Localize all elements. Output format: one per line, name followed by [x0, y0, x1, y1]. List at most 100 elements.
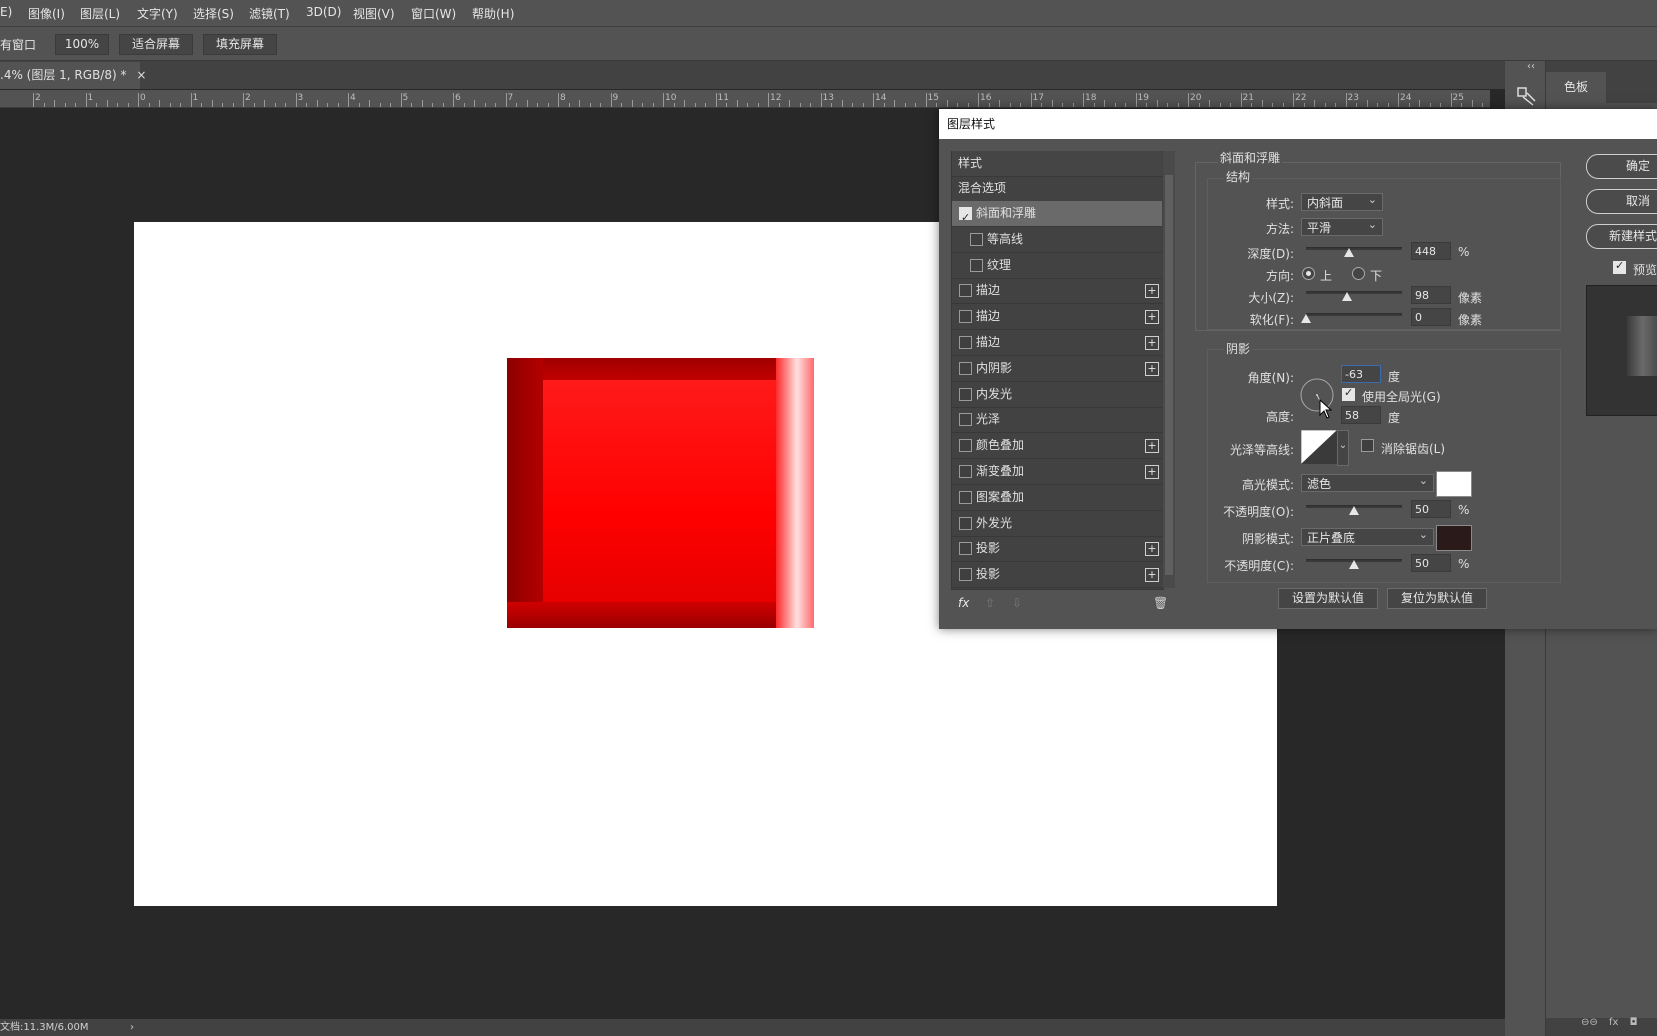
document-tab[interactable]: .4% (图层 1, RGB/8) * ×: [0, 62, 146, 89]
highlight-opacity-thumb[interactable]: [1349, 506, 1359, 515]
horizontal-ruler[interactable]: 2 1 0 1 2 3 4 5 6 7 8 9 10 11 12 13 14 15 16 17 18 19 20 21 22 23…: [0, 90, 1490, 108]
depth-slider-thumb[interactable]: [1344, 248, 1355, 257]
add-effect-icon[interactable]: +: [1145, 439, 1159, 454]
menu-select[interactable]: 选择(S): [193, 5, 234, 22]
menu-window[interactable]: 窗口(W): [411, 5, 456, 22]
add-effect-icon[interactable]: +: [1145, 310, 1159, 325]
style-item[interactable]: 颜色叠加 +: [952, 433, 1162, 460]
style-item[interactable]: 光泽: [952, 407, 1162, 434]
link-icon[interactable]: ⊖⊖: [1581, 1017, 1598, 1028]
style-item[interactable]: 斜面和浮雕: [952, 201, 1162, 230]
global-light-checkbox[interactable]: [1342, 386, 1355, 401]
direction-up-radio[interactable]: [1302, 267, 1315, 280]
add-effect-icon[interactable]: +: [1145, 542, 1159, 557]
style-item[interactable]: 渐变叠加 +: [952, 459, 1162, 485]
add-effect-icon[interactable]: +: [1145, 284, 1159, 299]
menu-view[interactable]: 视图(V): [353, 5, 395, 22]
style-item[interactable]: 图案叠加: [952, 485, 1162, 511]
style-item[interactable]: 描边 +: [952, 278, 1162, 305]
shadow-opacity-thumb[interactable]: [1349, 560, 1359, 569]
add-effect-icon[interactable]: +: [1145, 465, 1159, 479]
direction-down-radio[interactable]: [1352, 267, 1365, 280]
style-item-checkbox[interactable]: [970, 258, 983, 272]
zoom-100-button[interactable]: 100%: [55, 34, 109, 55]
style-item-checkbox[interactable]: [959, 542, 972, 556]
style-item-checkbox[interactable]: [959, 284, 972, 298]
swatches-panel-icon[interactable]: [1515, 85, 1537, 107]
style-item-checkbox[interactable]: [959, 413, 972, 427]
bevel-style-select[interactable]: 内斜面: [1301, 191, 1383, 211]
angle-input[interactable]: -63: [1341, 365, 1381, 383]
reset-default-button[interactable]: 复位为默认值: [1387, 588, 1487, 609]
preview-checkbox[interactable]: [1613, 259, 1626, 274]
move-down-icon[interactable]: ⇩: [1012, 596, 1022, 610]
style-item-checkbox[interactable]: [959, 516, 972, 530]
style-item-checkbox[interactable]: [959, 490, 972, 504]
trash-icon[interactable]: 🗑: [1153, 596, 1168, 610]
soften-slider-thumb[interactable]: [1301, 314, 1311, 323]
style-item[interactable]: 等高线: [952, 226, 1162, 253]
altitude-input[interactable]: 58: [1341, 406, 1381, 424]
fx-icon[interactable]: fx: [1609, 1017, 1618, 1028]
style-item-checkbox[interactable]: [959, 465, 972, 478]
menu-3d[interactable]: 3D(D): [306, 5, 341, 19]
style-item[interactable]: 内阴影 +: [952, 356, 1162, 382]
style-item[interactable]: 纹理: [952, 252, 1162, 279]
highlight-opacity-input[interactable]: 50: [1411, 500, 1451, 518]
fit-screen-button[interactable]: 适合屏幕: [119, 34, 193, 55]
size-slider-thumb[interactable]: [1342, 292, 1353, 301]
size-slider-track[interactable]: [1306, 291, 1402, 294]
highlight-color-swatch[interactable]: [1436, 471, 1472, 497]
scrollbar-thumb[interactable]: [1165, 175, 1173, 575]
all-windows-label[interactable]: 有窗口: [0, 36, 36, 53]
style-item-checkbox[interactable]: [959, 310, 972, 324]
shadow-opacity-input[interactable]: 50: [1411, 554, 1451, 572]
style-item[interactable]: 外发光: [952, 511, 1162, 537]
menu-type[interactable]: 文字(Y): [137, 5, 178, 22]
style-item-checkbox[interactable]: [959, 361, 972, 375]
new-style-button[interactable]: 新建样式...: [1586, 224, 1657, 249]
mask-icon[interactable]: ◘: [1630, 1017, 1638, 1028]
style-item-checkbox[interactable]: [959, 336, 972, 349]
blend-options-item[interactable]: 混合选项: [952, 176, 1162, 202]
style-item[interactable]: 描边 +: [952, 304, 1162, 331]
soften-slider-track[interactable]: [1306, 313, 1402, 316]
add-effect-icon[interactable]: +: [1145, 336, 1159, 350]
collapse-panels-icon[interactable]: ‹‹: [1527, 61, 1535, 72]
style-list-scrollbar[interactable]: [1163, 151, 1175, 588]
contour-dropdown-icon[interactable]: ⌄: [1337, 430, 1349, 466]
move-up-icon[interactable]: ⇧: [985, 596, 995, 610]
technique-select[interactable]: 平滑: [1301, 216, 1383, 236]
add-effect-icon[interactable]: +: [1145, 361, 1159, 376]
style-item[interactable]: 投影 +: [952, 562, 1162, 589]
style-item[interactable]: 投影 +: [952, 536, 1162, 563]
shadow-color-swatch[interactable]: [1436, 525, 1472, 551]
close-icon[interactable]: ×: [136, 68, 146, 82]
styles-header[interactable]: 样式: [952, 151, 1162, 177]
style-item[interactable]: 描边 +: [952, 330, 1162, 356]
shadow-mode-select[interactable]: 正片叠底: [1301, 526, 1434, 546]
style-item-checkbox[interactable]: [959, 439, 972, 453]
style-item-checkbox[interactable]: [959, 387, 972, 401]
menu-filter[interactable]: 滤镜(T): [249, 5, 290, 22]
style-item-checkbox[interactable]: [970, 232, 983, 246]
style-item[interactable]: 内发光: [952, 382, 1162, 408]
menu-edit[interactable]: E): [0, 5, 12, 19]
menu-layer[interactable]: 图层(L): [80, 5, 120, 22]
size-input[interactable]: 98: [1411, 286, 1451, 304]
depth-input[interactable]: 448: [1411, 242, 1451, 260]
tab-swatches[interactable]: 色板: [1546, 72, 1606, 103]
style-item-checkbox[interactable]: [959, 568, 972, 582]
soften-input[interactable]: 0: [1411, 308, 1451, 326]
highlight-mode-select[interactable]: 滤色: [1301, 472, 1434, 492]
cancel-button[interactable]: 取消: [1586, 189, 1657, 214]
status-arrow-icon[interactable]: ›: [130, 1019, 134, 1036]
ok-button[interactable]: 确定: [1586, 154, 1657, 179]
add-effect-icon[interactable]: +: [1145, 568, 1159, 583]
make-default-button[interactable]: 设置为默认值: [1278, 588, 1378, 609]
fill-screen-button[interactable]: 填充屏幕: [203, 34, 277, 55]
menu-help[interactable]: 帮助(H): [472, 5, 514, 22]
menu-image[interactable]: 图像(I): [28, 5, 65, 22]
style-item-checkbox[interactable]: [959, 205, 972, 230]
fx-menu-icon[interactable]: fx: [958, 596, 969, 610]
